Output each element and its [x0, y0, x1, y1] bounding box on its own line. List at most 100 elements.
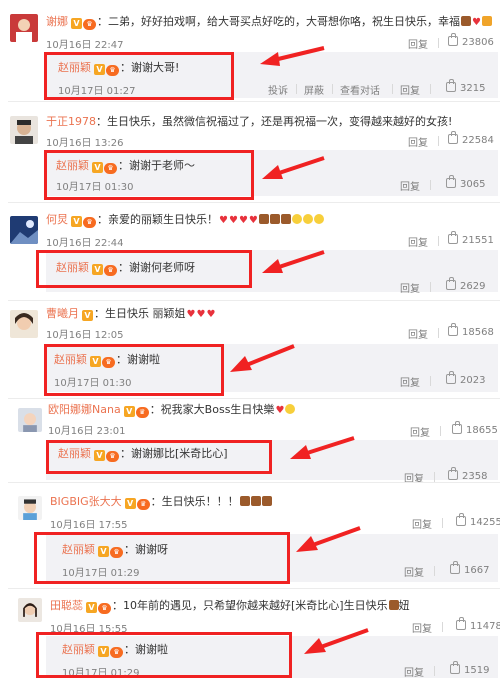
like-count: 23806 [462, 37, 494, 48]
divider [434, 566, 435, 576]
like-button[interactable]: 23806 [448, 33, 494, 48]
divider [8, 300, 500, 301]
reply-button[interactable]: 回复 [400, 82, 420, 97]
avatar[interactable] [10, 216, 38, 244]
like-button[interactable]: 3065 [446, 175, 485, 190]
like-count: 2023 [460, 375, 486, 386]
like-button[interactable]: 18655 [452, 421, 498, 436]
avatar[interactable] [18, 598, 42, 622]
comment-text: ：10年前的遇见，只希望你越来越好[米奇比心]生日快乐 [112, 599, 388, 612]
avatar-image [18, 598, 42, 622]
username-link[interactable]: 欧阳娜娜Nana [48, 403, 121, 416]
vip-v-icon: V [71, 216, 82, 227]
reply-button[interactable]: 回复 [404, 664, 424, 679]
reply-button[interactable]: 回复 [408, 234, 428, 249]
comment-item: 欧阳娜娜Nana V ♛ ：祝我家大Boss生日快樂♥ 10月16日 23:01 回复… [0, 400, 500, 485]
username-link[interactable]: 何炅 [46, 213, 68, 226]
comment-text-line: 欧阳娜娜Nana V ♛ ：祝我家大Boss生日快樂♥ [48, 402, 296, 418]
vip-v-icon: V [82, 310, 93, 321]
username-link[interactable]: 曹曦月 [46, 307, 79, 320]
divider [442, 622, 443, 632]
username-link[interactable]: 于正1978 [46, 115, 96, 128]
like-count: 11478 [470, 621, 500, 632]
annotation-box [44, 52, 234, 100]
divider [434, 666, 435, 676]
cheers-emoji [481, 16, 492, 26]
avatar[interactable] [10, 310, 38, 338]
like-count: 2358 [462, 471, 488, 482]
comment-text: ：生日快乐 丽颖姐 [94, 307, 186, 320]
view-conversation-button[interactable]: 查看对话 [340, 82, 380, 97]
like-button[interactable]: 2358 [448, 467, 488, 482]
smile-emoji [313, 214, 324, 224]
like-button[interactable]: 3215 [446, 79, 486, 94]
like-count: 2629 [460, 281, 486, 292]
thumb-up-icon [450, 561, 460, 574]
like-button[interactable]: 2629 [446, 277, 486, 292]
avatar[interactable] [10, 116, 38, 144]
reply-button[interactable]: 回复 [400, 178, 420, 193]
reply-button[interactable]: 回复 [410, 424, 430, 439]
reply-button[interactable]: 回复 [408, 134, 428, 149]
like-button[interactable]: 2023 [446, 371, 486, 386]
like-button[interactable]: 18568 [448, 323, 494, 338]
username-link[interactable]: 田聪蕊 [50, 599, 83, 612]
avatar[interactable] [10, 14, 38, 42]
heart-emoji: ♥ [219, 215, 228, 226]
comment-text: ：二弟，好好拍戏啊，给大哥买点好吃的，大哥想你咯，祝生日快乐，幸福 [97, 15, 460, 28]
like-count: 3215 [460, 83, 486, 94]
thumb-up-icon [456, 513, 466, 526]
thumb-up-icon [448, 33, 458, 46]
annotation-box [44, 150, 254, 200]
cake-emoji [261, 496, 272, 506]
thumb-up-icon [446, 79, 456, 92]
comment-text-line: 曹曦月 V ：生日快乐 丽颖姐♥♥♥ [46, 306, 215, 322]
avatar-image [18, 408, 42, 432]
divider [438, 328, 439, 338]
divider [8, 202, 500, 203]
reply-button[interactable]: 回复 [408, 36, 428, 51]
reply-button[interactable]: 回复 [400, 280, 420, 295]
thumb-up-icon [456, 617, 466, 630]
like-button[interactable]: 1667 [450, 561, 489, 576]
avatar-image [10, 310, 38, 338]
heart-emoji: ♥ [186, 309, 196, 320]
comment-text-line: BIGBIG张大大 V ♛ ：生日快乐！！！ [50, 494, 272, 510]
reply-button[interactable]: 回复 [404, 564, 424, 579]
heart-emoji: ♥ [275, 405, 285, 416]
annotation-box [36, 632, 292, 678]
reply-button[interactable]: 回复 [412, 620, 432, 635]
avatar-image [10, 14, 38, 42]
comment-time: 10月16日 17:55 [50, 520, 128, 531]
heart-emoji: ♥ [248, 215, 258, 226]
like-button[interactable]: 1519 [450, 661, 489, 676]
username-link[interactable]: BIGBIG张大大 [50, 495, 122, 508]
heart-emoji: ♥ [196, 309, 206, 320]
divider [8, 588, 500, 589]
divider [332, 84, 333, 94]
level-badge-icon: ♛ [135, 407, 149, 418]
vip-v-icon: V [124, 498, 136, 509]
like-count: 21551 [462, 235, 494, 246]
divider [430, 180, 431, 190]
avatar[interactable] [18, 496, 42, 520]
reply-button[interactable]: 回复 [400, 374, 420, 389]
like-button[interactable]: 14255 [456, 513, 500, 528]
like-button[interactable]: 22584 [448, 131, 494, 146]
like-button[interactable]: 11478 [456, 617, 500, 632]
block-button[interactable]: 屏蔽 [304, 82, 324, 97]
avatar[interactable] [18, 408, 42, 432]
cake-emoji [269, 214, 280, 224]
comment-item: 谢娜 V ♛ ：二弟，好好拍戏啊，给大哥买点好吃的，大哥想你咯，祝生日快乐，幸福 ♥ 1… [0, 0, 500, 102]
report-button[interactable]: 投诉 [268, 82, 288, 97]
comment-text: ：生日快乐！！！ [150, 495, 239, 508]
vip-v-icon: V [86, 602, 97, 613]
like-button[interactable]: 21551 [448, 231, 494, 246]
arrow-annotation [230, 344, 295, 372]
reply-button[interactable]: 回复 [412, 516, 432, 531]
heart-emoji: ♥ [238, 215, 248, 226]
thumb-up-icon [452, 421, 462, 434]
reply-button[interactable]: 回复 [408, 326, 428, 341]
annotation-box [36, 250, 252, 288]
username-link[interactable]: 谢娜 [46, 15, 68, 28]
